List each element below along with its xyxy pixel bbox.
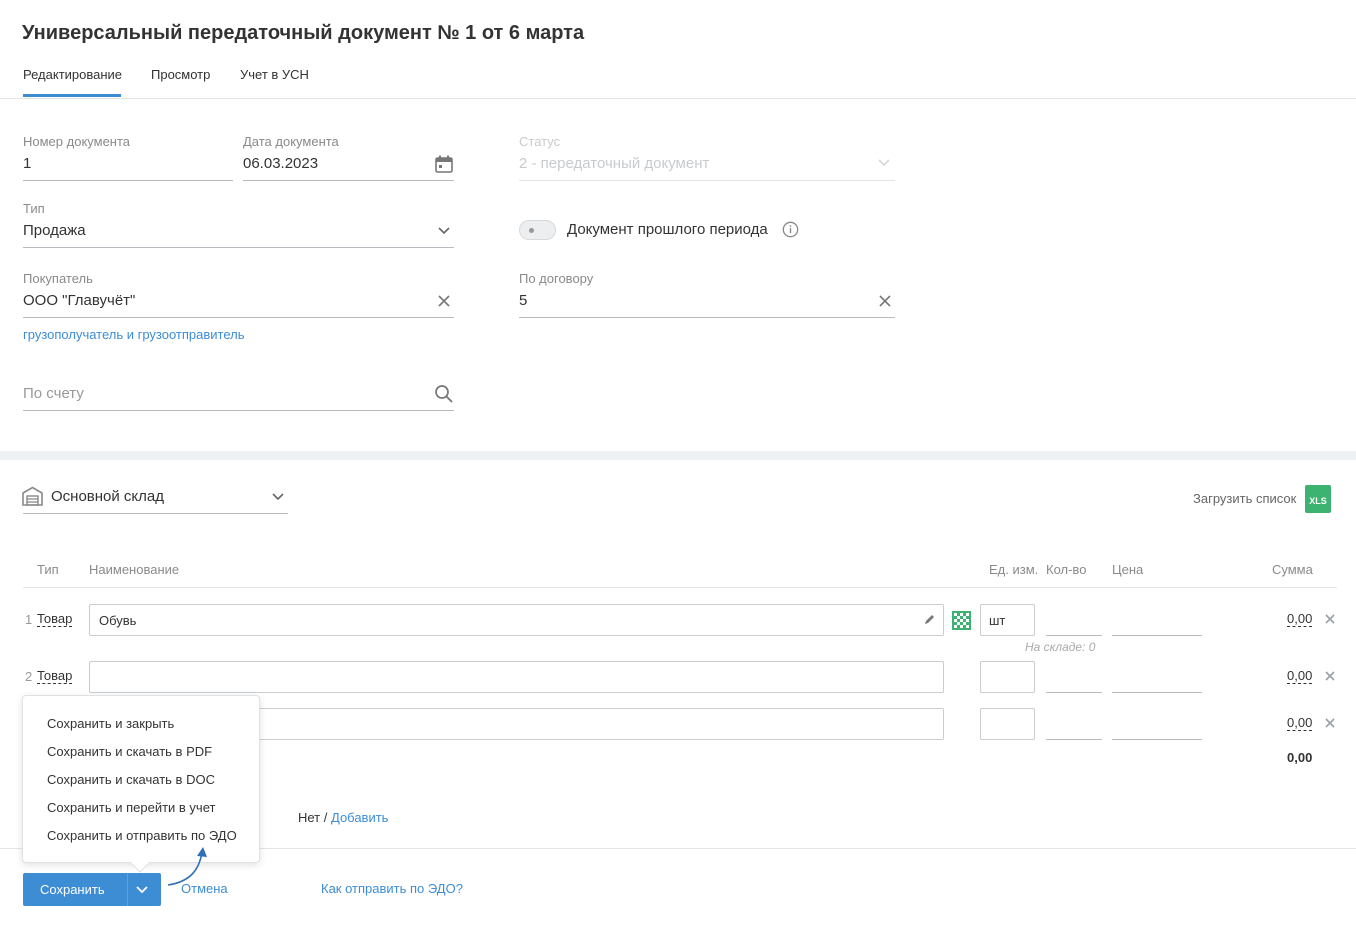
buyer-input[interactable]: ООО "Главучёт" bbox=[23, 292, 135, 309]
col-header-sum: Сумма bbox=[1272, 562, 1313, 577]
row-unit-input[interactable] bbox=[980, 661, 1035, 693]
contract-input[interactable]: 5 bbox=[519, 292, 527, 309]
contract-underline bbox=[519, 317, 895, 318]
tab-usn-accounting[interactable]: Учет в УСН bbox=[240, 67, 309, 82]
xls-icon-text: XLS bbox=[1309, 496, 1327, 506]
buyer-underline bbox=[23, 317, 454, 318]
pencil-icon[interactable] bbox=[923, 614, 935, 626]
save-button-group: Сохранить bbox=[23, 873, 161, 906]
consignee-link[interactable]: грузополучатель и грузоотправитель bbox=[23, 327, 245, 342]
delete-row-icon[interactable] bbox=[1325, 718, 1335, 728]
chevron-down-icon[interactable] bbox=[438, 226, 450, 236]
status-select: 2 - передаточный документ bbox=[519, 155, 710, 172]
datamatrix-icon[interactable] bbox=[952, 611, 971, 630]
past-period-toggle[interactable] bbox=[519, 220, 556, 240]
extra-none-label: Нет / bbox=[298, 810, 328, 825]
contract-label: По договору bbox=[519, 271, 594, 286]
status-underline bbox=[519, 180, 895, 181]
save-button[interactable]: Сохранить bbox=[40, 882, 105, 897]
search-icon[interactable] bbox=[434, 384, 454, 404]
status-label: Статус bbox=[519, 134, 561, 149]
menu-item-save-pdf[interactable]: Сохранить и скачать в PDF bbox=[47, 744, 212, 759]
add-link[interactable]: Добавить bbox=[331, 810, 388, 825]
save-split-divider bbox=[127, 873, 128, 906]
warehouse-select[interactable]: Основной склад bbox=[51, 488, 164, 505]
toggle-knob bbox=[529, 228, 534, 233]
popup-pointer bbox=[130, 861, 150, 873]
doc-number-input[interactable]: 1 bbox=[23, 155, 31, 172]
menu-item-save-edo[interactable]: Сохранить и отправить по ЭДО bbox=[47, 828, 237, 843]
tabs-divider bbox=[0, 98, 1356, 99]
row-qty-input[interactable] bbox=[1046, 739, 1102, 740]
row-name-value: Обувь bbox=[99, 613, 137, 628]
row-price-input[interactable] bbox=[1112, 635, 1202, 636]
page-title: Универсальный передаточный документ № 1 … bbox=[22, 22, 585, 44]
menu-item-save-doc[interactable]: Сохранить и скачать в DOC bbox=[47, 772, 215, 787]
invoice-search-input[interactable]: По счету bbox=[23, 385, 84, 402]
save-options-menu: Сохранить и закрыть Сохранить и скачать … bbox=[22, 695, 260, 863]
info-icon[interactable] bbox=[782, 221, 799, 238]
chevron-down-icon[interactable] bbox=[272, 492, 284, 502]
row-number: 1 bbox=[25, 612, 33, 627]
doc-date-underline bbox=[243, 180, 454, 181]
col-header-price: Цена bbox=[1112, 562, 1144, 577]
doc-date-label: Дата документа bbox=[243, 134, 339, 149]
col-header-name: Наименование bbox=[89, 562, 180, 577]
warehouse-icon bbox=[22, 486, 43, 506]
col-header-qty: Кол-во bbox=[1046, 562, 1087, 577]
type-underline bbox=[23, 247, 454, 248]
table-header-divider bbox=[23, 587, 1337, 588]
row-sum[interactable]: 0,00 bbox=[1287, 669, 1313, 684]
edo-help-link[interactable]: Как отправить по ЭДО? bbox=[321, 881, 463, 896]
tab-preview[interactable]: Просмотр bbox=[151, 67, 210, 82]
table-total: 0,00 bbox=[1287, 750, 1313, 765]
chevron-down-icon bbox=[878, 159, 890, 167]
row-qty-input[interactable] bbox=[1046, 635, 1102, 636]
invoice-underline bbox=[23, 410, 454, 411]
past-period-label: Документ прошлого периода bbox=[567, 221, 768, 238]
row-type-select[interactable]: Товар bbox=[37, 669, 73, 684]
stock-note: На складе: 0 bbox=[1025, 640, 1096, 654]
row-name-input[interactable]: Обувь bbox=[89, 604, 944, 636]
row-unit-input[interactable] bbox=[980, 708, 1035, 740]
col-header-unit: Ед. изм. bbox=[989, 562, 1039, 577]
menu-item-save-accounting[interactable]: Сохранить и перейти в учет bbox=[47, 800, 215, 815]
type-select[interactable]: Продажа bbox=[23, 222, 86, 239]
row-price-input[interactable] bbox=[1112, 692, 1202, 693]
clear-icon[interactable] bbox=[438, 295, 450, 307]
row-unit-value: шт bbox=[989, 613, 1006, 628]
cancel-link[interactable]: Отмена bbox=[181, 881, 228, 896]
section-divider bbox=[0, 451, 1356, 460]
tab-editing[interactable]: Редактирование bbox=[23, 67, 122, 97]
row-price-input[interactable] bbox=[1112, 739, 1202, 740]
menu-item-save-close[interactable]: Сохранить и закрыть bbox=[47, 716, 174, 731]
row-name-input[interactable] bbox=[89, 661, 944, 693]
buyer-label: Покупатель bbox=[23, 271, 93, 286]
row-qty-input[interactable] bbox=[1046, 692, 1102, 693]
row-type-select[interactable]: Товар bbox=[37, 612, 73, 627]
delete-row-icon[interactable] bbox=[1325, 614, 1335, 624]
row-number: 2 bbox=[25, 669, 33, 684]
type-label: Тип bbox=[23, 201, 45, 216]
xls-icon[interactable]: XLS bbox=[1305, 485, 1331, 513]
warehouse-underline bbox=[23, 513, 288, 514]
chevron-down-icon[interactable] bbox=[136, 885, 148, 895]
doc-number-underline bbox=[23, 180, 233, 181]
row-sum[interactable]: 0,00 bbox=[1287, 716, 1313, 731]
clear-icon[interactable] bbox=[879, 295, 891, 307]
doc-date-input[interactable]: 06.03.2023 bbox=[243, 155, 318, 172]
doc-number-label: Номер документа bbox=[23, 134, 131, 149]
upload-list-link[interactable]: Загрузить список bbox=[1193, 491, 1296, 506]
col-header-type: Тип bbox=[37, 562, 59, 577]
delete-row-icon[interactable] bbox=[1325, 671, 1335, 681]
row-unit-input[interactable]: шт bbox=[980, 604, 1035, 636]
row-sum[interactable]: 0,00 bbox=[1287, 612, 1313, 627]
calendar-icon[interactable] bbox=[434, 154, 454, 174]
